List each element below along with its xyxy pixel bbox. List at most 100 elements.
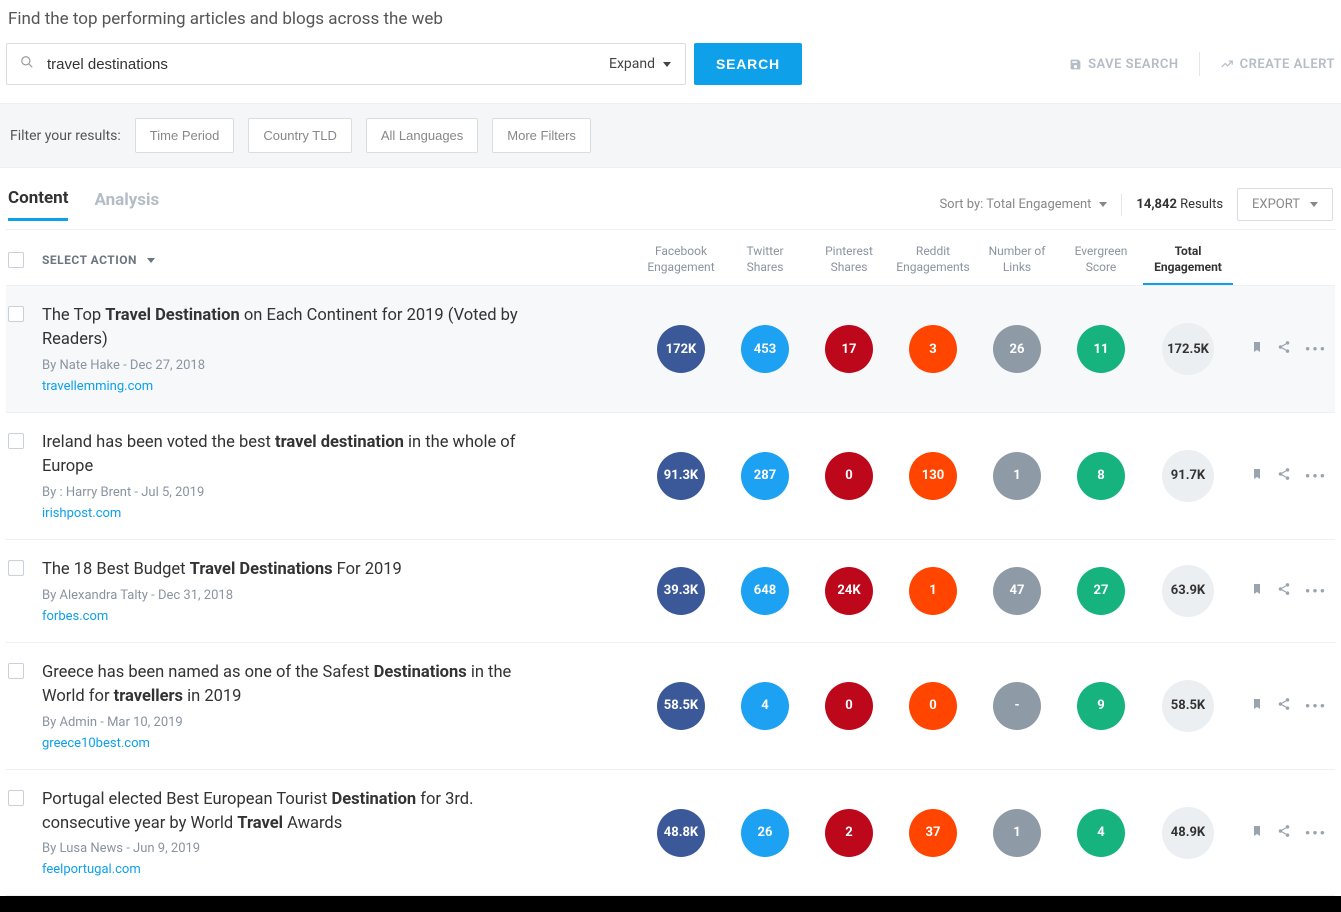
total-bubble: 58.5K	[1162, 680, 1214, 732]
filter-label: Filter your results:	[10, 128, 121, 144]
article-title[interactable]: The Top Travel Destination on Each Conti…	[42, 304, 542, 352]
chevron-down-icon	[145, 253, 155, 267]
filter-time-period[interactable]: Time Period	[135, 118, 235, 153]
pinterest-bubble: 17	[825, 325, 873, 373]
facebook-bubble: 58.5K	[657, 682, 705, 730]
bookmark-icon[interactable]	[1251, 582, 1263, 600]
more-icon[interactable]: •••	[1305, 467, 1327, 485]
export-label: EXPORT	[1252, 197, 1300, 212]
sort-label: Sort by: Total Engagement	[939, 197, 1091, 212]
share-icon[interactable]	[1277, 340, 1291, 358]
filter-languages[interactable]: All Languages	[366, 118, 478, 153]
article-domain[interactable]: feelportugal.com	[42, 862, 542, 877]
total-bubble: 48.9K	[1162, 807, 1214, 859]
table-row: The 18 Best Budget Travel Destinations F…	[6, 540, 1335, 643]
table-header: SELECT ACTION FacebookEngagement Twitter…	[6, 230, 1335, 286]
share-icon[interactable]	[1277, 697, 1291, 715]
total-bubble: 91.7K	[1162, 450, 1214, 502]
reddit-bubble: 130	[909, 452, 957, 500]
col-pinterest[interactable]: PinterestShares	[807, 244, 891, 275]
twitter-bubble: 453	[741, 325, 789, 373]
article-byline: By Lusa News - Jun 9, 2019	[42, 841, 542, 856]
create-alert-button[interactable]: CREATE ALERT	[1220, 57, 1335, 72]
links-bubble: 1	[993, 452, 1041, 500]
col-links[interactable]: Number ofLinks	[975, 244, 1059, 275]
search-input[interactable]	[47, 44, 595, 84]
facebook-bubble: 172K	[657, 325, 705, 373]
row-checkbox[interactable]	[8, 663, 24, 679]
reddit-bubble: 1	[909, 567, 957, 615]
select-action-button[interactable]: SELECT ACTION	[42, 253, 155, 267]
tab-content[interactable]: Content	[8, 188, 68, 221]
create-alert-label: CREATE ALERT	[1240, 57, 1335, 72]
bookmark-icon[interactable]	[1251, 824, 1263, 842]
row-checkbox[interactable]	[8, 433, 24, 449]
chevron-down-icon	[1308, 197, 1318, 212]
bookmark-icon[interactable]	[1251, 467, 1263, 485]
pinterest-bubble: 24K	[825, 567, 873, 615]
evergreen-bubble: 8	[1077, 452, 1125, 500]
pinterest-bubble: 0	[825, 452, 873, 500]
search-button[interactable]: SEARCH	[694, 43, 802, 85]
links-bubble: 47	[993, 567, 1041, 615]
evergreen-bubble: 11	[1077, 325, 1125, 373]
more-icon[interactable]: •••	[1305, 697, 1327, 715]
select-all-checkbox[interactable]	[8, 252, 24, 268]
expand-button[interactable]: Expand	[595, 44, 685, 84]
article-byline: By Nate Hake - Dec 27, 2018	[42, 358, 542, 373]
col-evergreen[interactable]: EvergreenScore	[1059, 244, 1143, 275]
article-domain[interactable]: greece10best.com	[42, 736, 542, 751]
article-domain[interactable]: irishpost.com	[42, 506, 542, 521]
row-checkbox[interactable]	[8, 790, 24, 806]
links-bubble: -	[993, 682, 1041, 730]
search-icon	[7, 55, 47, 73]
more-icon[interactable]: •••	[1305, 582, 1327, 600]
article-domain[interactable]: forbes.com	[42, 609, 542, 624]
reddit-bubble: 3	[909, 325, 957, 373]
share-icon[interactable]	[1277, 467, 1291, 485]
table-row: The Top Travel Destination on Each Conti…	[6, 286, 1335, 413]
results-count: 14,842 Results	[1136, 197, 1223, 212]
article-title[interactable]: Greece has been named as one of the Safe…	[42, 661, 542, 709]
article-domain[interactable]: travellemming.com	[42, 379, 542, 394]
sort-by-button[interactable]: Sort by: Total Engagement	[939, 197, 1107, 212]
more-icon[interactable]: •••	[1305, 824, 1327, 842]
evergreen-bubble: 9	[1077, 682, 1125, 730]
col-total-engagement[interactable]: TotalEngagement	[1143, 244, 1233, 285]
evergreen-bubble: 27	[1077, 567, 1125, 615]
share-icon[interactable]	[1277, 824, 1291, 842]
chevron-down-icon	[661, 56, 671, 72]
twitter-bubble: 648	[741, 567, 789, 615]
table-row: Greece has been named as one of the Safe…	[6, 643, 1335, 770]
filter-country-tld[interactable]: Country TLD	[248, 118, 351, 153]
table-row: Ireland has been voted the best travel d…	[6, 413, 1335, 540]
export-button[interactable]: EXPORT	[1237, 188, 1333, 221]
table-row: Portugal elected Best European Tourist D…	[6, 770, 1335, 897]
select-action-label: SELECT ACTION	[42, 253, 137, 267]
twitter-bubble: 4	[741, 682, 789, 730]
bookmark-icon[interactable]	[1251, 340, 1263, 358]
article-title[interactable]: Ireland has been voted the best travel d…	[42, 431, 542, 479]
reddit-bubble: 0	[909, 682, 957, 730]
col-facebook[interactable]: FacebookEngagement	[639, 244, 723, 275]
article-byline: By Alexandra Talty - Dec 31, 2018	[42, 588, 542, 603]
save-search-button[interactable]: SAVE SEARCH	[1069, 57, 1179, 72]
filter-bar: Filter your results: Time Period Country…	[0, 103, 1341, 168]
row-checkbox[interactable]	[8, 306, 24, 322]
bookmark-icon[interactable]	[1251, 697, 1263, 715]
article-byline: By : Harry Brent - Jul 5, 2019	[42, 485, 542, 500]
tab-analysis[interactable]: Analysis	[94, 190, 159, 220]
more-icon[interactable]: •••	[1305, 340, 1327, 358]
row-checkbox[interactable]	[8, 560, 24, 576]
article-title[interactable]: Portugal elected Best European Tourist D…	[42, 788, 542, 836]
article-byline: By Admin - Mar 10, 2019	[42, 715, 542, 730]
page-heading: Find the top performing articles and blo…	[8, 9, 1335, 29]
save-search-label: SAVE SEARCH	[1088, 57, 1179, 72]
pinterest-bubble: 0	[825, 682, 873, 730]
share-icon[interactable]	[1277, 582, 1291, 600]
filter-more[interactable]: More Filters	[492, 118, 591, 153]
col-reddit[interactable]: RedditEngagements	[891, 244, 975, 275]
article-title[interactable]: The 18 Best Budget Travel Destinations F…	[42, 558, 542, 582]
col-twitter[interactable]: TwitterShares	[723, 244, 807, 275]
chevron-down-icon	[1097, 197, 1107, 212]
